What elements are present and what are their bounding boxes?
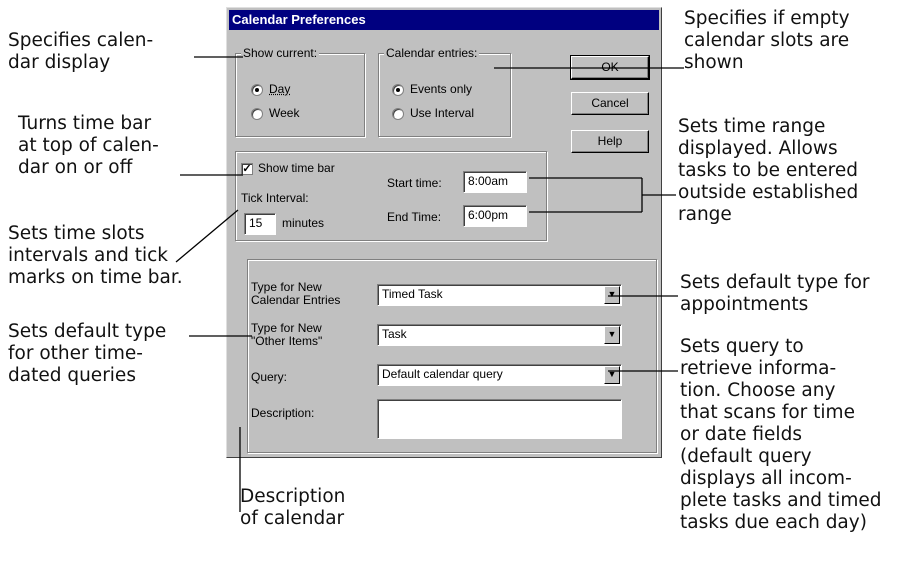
- chevron-down-icon[interactable]: ▼: [604, 366, 620, 384]
- new-other-type-select[interactable]: Task ▼: [377, 324, 622, 346]
- show-time-bar-label[interactable]: Show time bar: [258, 161, 335, 175]
- new-calendar-type-value: Timed Task: [382, 287, 443, 301]
- description-input[interactable]: [377, 399, 622, 439]
- cancel-button[interactable]: Cancel: [571, 92, 649, 115]
- end-time-input[interactable]: 6:00pm: [463, 205, 527, 227]
- end-time-label: End Time:: [387, 210, 442, 224]
- help-button[interactable]: Help: [571, 130, 649, 153]
- tick-interval-input[interactable]: 15: [244, 213, 276, 235]
- annotation-time-range: Sets time range displayed. Allows tasks …: [678, 116, 859, 225]
- dialog-title: Calendar Preferences: [229, 10, 659, 30]
- annotation-calendar-display: Specifies calen- dar display: [8, 30, 154, 73]
- annotation-time-bar-toggle: Turns time bar at top of calen- dar on o…: [18, 113, 159, 178]
- calendar-preferences-dialog: Calendar Preferences Show current: Day W…: [226, 7, 662, 458]
- query-value: Default calendar query: [382, 367, 503, 381]
- tick-interval-unit: minutes: [282, 216, 325, 230]
- radio-day[interactable]: [251, 84, 263, 96]
- new-calendar-type-select[interactable]: Timed Task ▼: [377, 284, 622, 306]
- new-other-type-label: Type for New "Other Items": [251, 321, 323, 348]
- radio-events-only-label[interactable]: Events only: [410, 82, 472, 96]
- new-other-type-value: Task: [382, 327, 407, 341]
- annotation-query: Sets query to retrieve informa- tion. Ch…: [680, 336, 882, 533]
- start-time-input[interactable]: 8:00am: [463, 171, 527, 193]
- annotation-empty-slots: Specifies if empty calendar slots are sh…: [684, 8, 850, 73]
- chevron-down-icon[interactable]: ▼: [604, 326, 620, 344]
- annotation-description: Description of calendar: [240, 486, 346, 529]
- calendar-entries-legend: Calendar entries:: [384, 46, 480, 60]
- start-time-label: Start time:: [387, 176, 442, 190]
- ok-button[interactable]: OK: [570, 55, 650, 80]
- radio-week-label[interactable]: Week: [269, 106, 299, 120]
- radio-use-interval-label[interactable]: Use Interval: [410, 106, 474, 120]
- radio-day-label[interactable]: Day: [269, 82, 290, 96]
- annotation-default-other: Sets default type for other time- dated …: [8, 321, 167, 386]
- new-calendar-type-label: Type for New Calendar Entries: [251, 280, 341, 307]
- radio-use-interval[interactable]: [392, 108, 404, 120]
- radio-week[interactable]: [251, 108, 263, 120]
- annotation-default-appointments: Sets default type for appointments: [680, 272, 870, 315]
- query-label: Query:: [251, 370, 288, 384]
- annotation-tick-intervals: Sets time slots intervals and tick marks…: [8, 223, 183, 288]
- show-current-legend: Show current:: [241, 46, 320, 60]
- tick-interval-label: Tick Interval:: [241, 191, 309, 205]
- show-time-bar-checkbox[interactable]: ✓: [241, 163, 253, 175]
- chevron-down-icon[interactable]: ▼: [604, 286, 620, 304]
- radio-events-only[interactable]: [392, 84, 404, 96]
- query-select[interactable]: Default calendar query ▼: [377, 364, 622, 386]
- description-label: Description:: [251, 406, 315, 420]
